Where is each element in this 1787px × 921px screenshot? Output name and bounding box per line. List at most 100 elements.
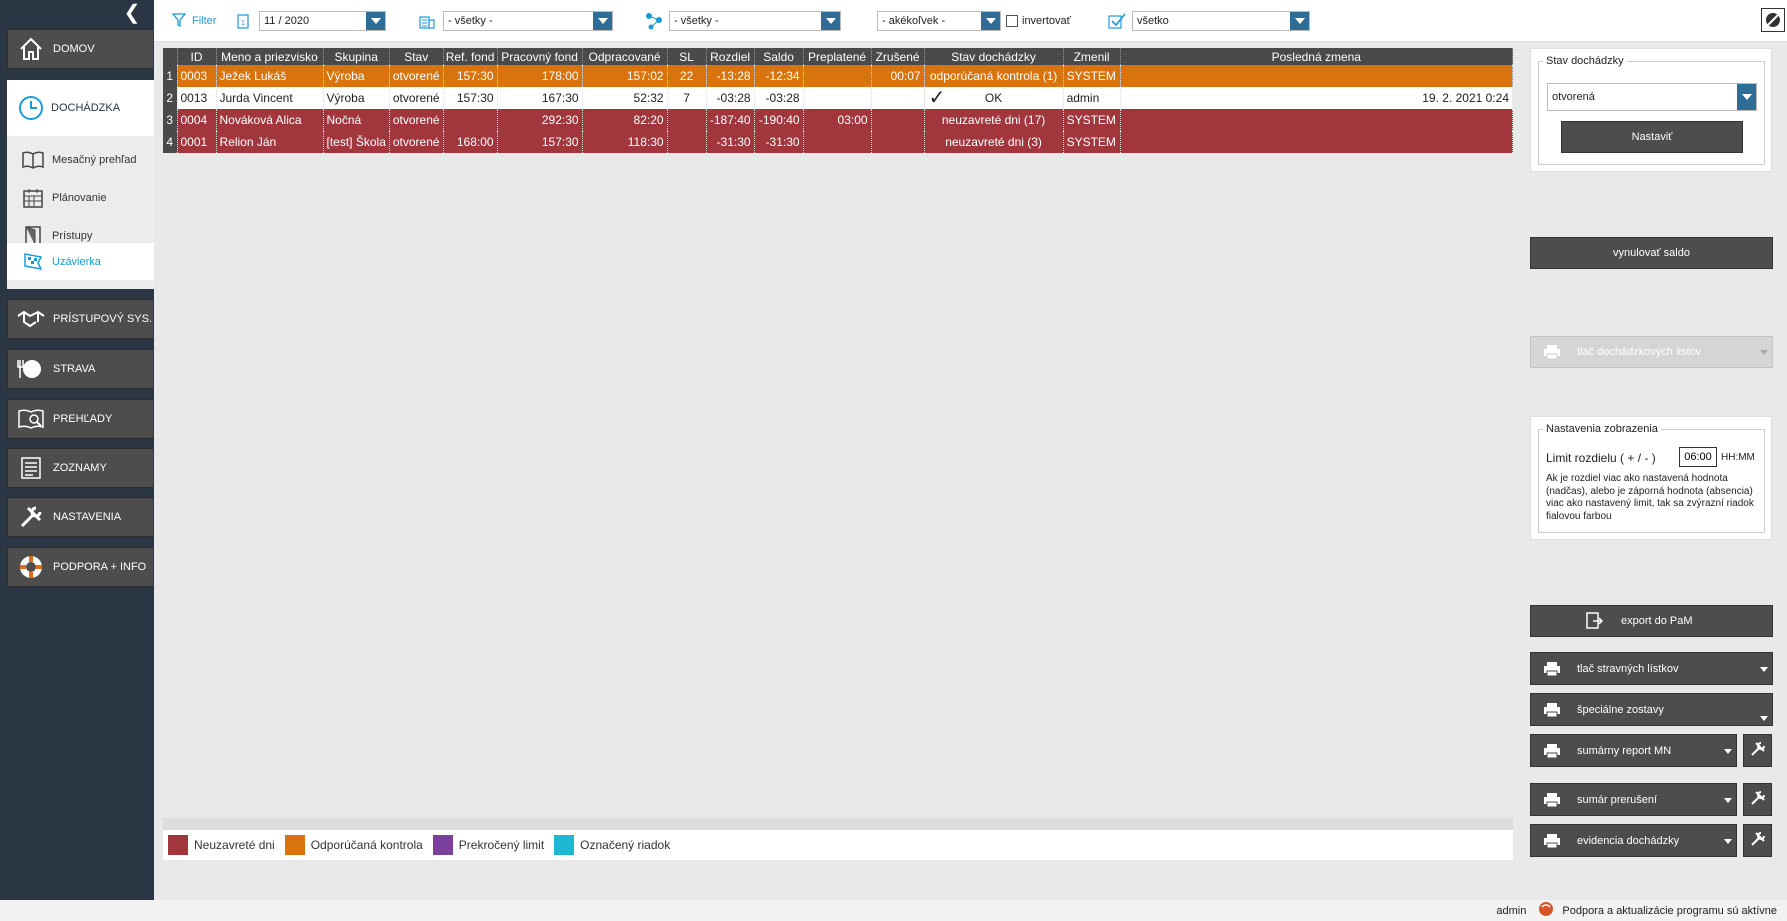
cell-changed-by: SYSTEM — [1063, 65, 1121, 87]
nav-dochadzka[interactable]: DOCHÁDZKA — [7, 80, 154, 136]
specialne-zostavy-button[interactable]: špeciálne zostavy — [1530, 693, 1773, 726]
cell-attendance-state: neuzavreté dni (17) — [924, 109, 1064, 131]
invert-toggle[interactable]: invertovať — [1006, 11, 1071, 31]
invert-checkbox[interactable] — [1006, 15, 1018, 27]
nastavit-button[interactable]: Nastaviť — [1561, 121, 1743, 153]
cancel-icon[interactable] — [1761, 8, 1785, 32]
header-attendance-state[interactable]: Stav dochádzky — [924, 48, 1064, 65]
nav-nastavenia[interactable]: NASTAVENIA — [7, 497, 153, 537]
handshake-icon — [13, 301, 49, 337]
chevron-down-icon — [1724, 838, 1732, 844]
limit-unit: HH:MM — [1721, 452, 1755, 463]
header-cancelled[interactable]: Zrušené — [871, 48, 925, 65]
tlac-dochadzkovych-listov-button[interactable]: tlač dochádzkových listov — [1530, 336, 1773, 368]
nav-label: DOMOV — [53, 43, 95, 55]
period-select[interactable]: 11 / 2020 — [259, 11, 386, 31]
cell-sl — [667, 109, 707, 131]
table-row[interactable]: 4 0001 Relion Ján [test] Škola otvorené … — [163, 131, 1514, 153]
legend-item: Odporúčaná kontrola — [284, 835, 423, 855]
filter-button[interactable]: Filter — [171, 11, 216, 31]
header-state[interactable]: Stav — [389, 48, 444, 65]
nastavenia-legend: Nastavenia zobrazenia — [1543, 423, 1661, 435]
export-pam-button[interactable]: export do PaM — [1530, 605, 1773, 637]
group-select[interactable]: - všetky - — [669, 11, 841, 31]
header-sl[interactable]: SL — [667, 48, 707, 65]
sumarny-settings-button[interactable] — [1743, 734, 1772, 767]
header-diff[interactable]: Rozdiel — [706, 48, 755, 65]
cell-worked: 157:02 — [582, 65, 668, 87]
nav-domov[interactable]: DOMOV — [7, 29, 153, 69]
tools-icon — [1750, 741, 1766, 760]
cell-cancelled — [871, 87, 925, 109]
state-select[interactable]: všetko — [1132, 11, 1310, 31]
cell-diff: -03:28 — [706, 87, 755, 109]
export-icon — [1579, 612, 1609, 630]
subnav-mesacny-prehlad[interactable]: Mesačný prehľad — [7, 141, 154, 178]
nav-prehlady[interactable]: PREHĽADY — [7, 399, 153, 439]
subnav-planovanie[interactable]: Plánovanie — [7, 179, 154, 216]
calendar-icon — [19, 184, 47, 212]
collapse-sidebar-icon[interactable]: ❮ — [118, 2, 146, 24]
chevron-down-icon[interactable] — [1737, 84, 1756, 110]
cell-ref-fond: 157:30 — [443, 65, 498, 87]
table-header: ID Meno a priezvisko Skupina Stav Ref. f… — [163, 48, 1514, 65]
sumarny-report-button[interactable]: sumárny report MN — [1530, 734, 1737, 767]
tlac-stravnych-listkov-button[interactable]: tlač stravných lístkov — [1530, 652, 1773, 685]
cell-id: 0001 — [177, 131, 217, 153]
header-saldo[interactable]: Saldo — [754, 48, 804, 65]
header-rownum — [163, 48, 178, 65]
evidencia-dochadzky-button[interactable]: evidencia dochádzky — [1530, 824, 1737, 857]
subnav-uzavierka[interactable]: Uzávierka — [7, 243, 154, 280]
header-group[interactable]: Skupina — [323, 48, 390, 65]
chevron-down-icon — [1760, 666, 1768, 672]
cell-sl: 7 — [667, 87, 707, 109]
cell-state: otvorené — [389, 87, 444, 109]
filter-toolbar: Filter 1 11 / 2020 - všetky - - všetky -… — [154, 0, 1787, 42]
chevron-down-icon[interactable] — [821, 12, 840, 30]
nav-zoznamy[interactable]: ZOZNAMY — [7, 448, 153, 488]
specialne-label: špeciálne zostavy — [1577, 703, 1664, 716]
subnav-label: Uzávierka — [52, 255, 101, 268]
chevron-down-icon[interactable] — [593, 12, 612, 30]
chevron-down-icon[interactable] — [981, 12, 1000, 30]
chevron-down-icon — [1760, 716, 1768, 721]
stav-select[interactable]: otvorená — [1547, 83, 1757, 111]
group-value: - všetky - — [674, 15, 719, 27]
nav-pristupovy-sys[interactable]: PRÍSTUPOVÝ SYS. — [7, 299, 153, 339]
cell-paid — [803, 87, 872, 109]
nav-podpora-info[interactable]: PODPORA + INFO — [7, 547, 153, 587]
cell-sl — [667, 131, 707, 153]
header-paid[interactable]: Preplatené — [803, 48, 872, 65]
sumar-preruseni-button[interactable]: sumár prerušení — [1530, 783, 1737, 816]
header-ref-fond[interactable]: Ref. fond — [443, 48, 498, 65]
cell-cancelled: 00:07 — [871, 65, 925, 87]
header-work-fond[interactable]: Pracovný fond — [497, 48, 583, 65]
evidencia-settings-button[interactable] — [1743, 824, 1772, 857]
legend-swatch — [168, 835, 188, 855]
table-row[interactable]: 3 0004 Nováková Alica Nočná otvorené 292… — [163, 109, 1514, 131]
nav-strava[interactable]: STRAVA — [7, 349, 153, 389]
cell-changed-by: SYSTEM — [1063, 131, 1121, 153]
building-select[interactable]: - všetky - — [443, 11, 613, 31]
table-row[interactable]: 1 0003 Ježek Lukáš Výroba otvorené 157:3… — [163, 65, 1514, 87]
header-name[interactable]: Meno a priezvisko — [216, 48, 324, 65]
chevron-down-icon[interactable] — [1290, 12, 1309, 30]
legend-item: Označený riadok — [554, 835, 670, 855]
header-id[interactable]: ID — [177, 48, 217, 65]
limit-input[interactable] — [1679, 447, 1717, 467]
legend-label: Odporúčaná kontrola — [310, 838, 423, 852]
header-worked[interactable]: Odpracované — [582, 48, 668, 65]
cell-name: Relion Ján — [216, 131, 324, 153]
attendance-table: ID Meno a priezvisko Skupina Stav Ref. f… — [163, 48, 1514, 153]
vynulovat-saldo-button[interactable]: vynulovať saldo — [1530, 237, 1773, 269]
header-changed-by[interactable]: Zmenil — [1063, 48, 1121, 65]
horizontal-scrollbar[interactable] — [163, 818, 1513, 830]
sumar-preruseni-settings-button[interactable] — [1743, 783, 1772, 816]
tools-icon — [1750, 790, 1766, 809]
header-last-change[interactable]: Posledná zmena — [1120, 48, 1514, 65]
nav-label: PRÍSTUPOVÝ SYS. — [53, 313, 153, 325]
table-row[interactable]: 2 0013 Jurda Vincent Výroba otvorené 157… — [163, 87, 1514, 109]
condition-select[interactable]: - akékoľvek - — [877, 11, 1001, 31]
cell-last-change — [1120, 65, 1514, 87]
chevron-down-icon[interactable] — [366, 12, 385, 30]
